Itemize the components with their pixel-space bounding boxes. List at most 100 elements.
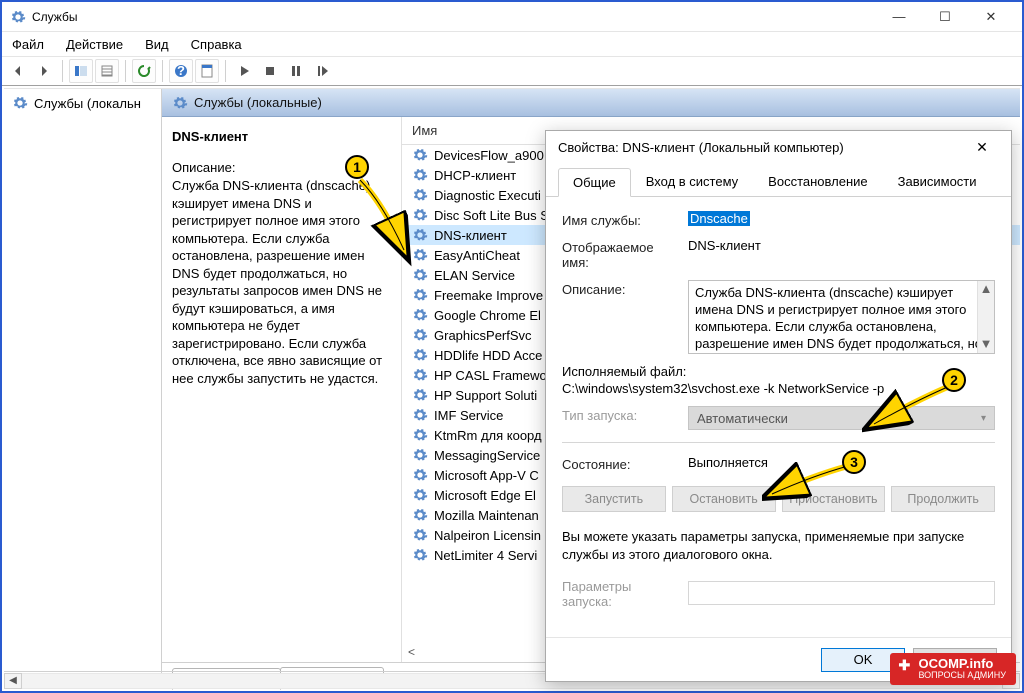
gear-icon: [412, 347, 428, 363]
minimize-button[interactable]: —: [876, 2, 922, 32]
start-button[interactable]: Запустить: [562, 486, 666, 512]
label-state: Состояние:: [562, 455, 678, 472]
service-name-label: GraphicsPerfSvc: [434, 328, 532, 343]
service-name-label: HP Support Soluti: [434, 388, 537, 403]
service-name-label: Microsoft App-V C: [434, 468, 539, 483]
label-service-name: Имя службы:: [562, 211, 678, 228]
start-service-button[interactable]: [232, 59, 256, 83]
service-name-label: DNS-клиент: [434, 228, 507, 243]
separator: [562, 442, 995, 443]
menu-view[interactable]: Вид: [141, 35, 173, 54]
close-button[interactable]: ✕: [968, 2, 1014, 32]
help-button[interactable]: ?: [169, 59, 193, 83]
service-name-label: Diagnostic Executi: [434, 188, 541, 203]
window-title: Службы: [32, 10, 876, 24]
properties-dialog: Свойства: DNS-клиент (Локальный компьюте…: [545, 130, 1012, 682]
gear-icon: [412, 287, 428, 303]
startup-type-select[interactable]: Автоматически: [688, 406, 995, 430]
service-name-label: ELAN Service: [434, 268, 515, 283]
description-value: Служба DNS-клиента (dnscache) кэширует и…: [695, 285, 982, 351]
scroll-left-indicator[interactable]: <: [408, 645, 415, 659]
gear-icon: [412, 547, 428, 563]
stop-button[interactable]: Остановить: [672, 486, 776, 512]
service-name-label: DHCP-клиент: [434, 168, 516, 183]
menu-help[interactable]: Справка: [187, 35, 246, 54]
gear-icon: [412, 407, 428, 423]
callout-3: 3: [842, 450, 866, 474]
start-params-input[interactable]: [688, 581, 995, 605]
tab-recovery[interactable]: Восстановление: [753, 167, 882, 196]
description-scrollbar[interactable]: ▲▼: [977, 281, 994, 353]
nav-item-label: Службы (локальн: [34, 96, 141, 111]
watermark-main: OCOMP.info: [918, 656, 993, 671]
dialog-title: Свойства: DNS-клиент (Локальный компьюте…: [558, 140, 965, 155]
service-name-label: Mozilla Maintenan: [434, 508, 539, 523]
service-name-label: KtmRm для коорд: [434, 428, 542, 443]
scroll-left-button[interactable]: ◀: [4, 673, 22, 689]
maximize-button[interactable]: ☐: [922, 2, 968, 32]
selected-service-name: DNS-клиент: [172, 129, 391, 144]
gear-icon: [412, 427, 428, 443]
dialog-close-button[interactable]: ✕: [965, 133, 999, 161]
pause-service-button[interactable]: [284, 59, 308, 83]
service-name-label: NetLimiter 4 Servi: [434, 548, 537, 563]
dialog-body: Имя службы: Dnscache Отображаемое имя: D…: [546, 197, 1011, 637]
gear-icon: [412, 167, 428, 183]
callout-1: 1: [345, 155, 369, 179]
value-display-name: DNS-клиент: [688, 238, 995, 253]
menu-action[interactable]: Действие: [62, 35, 127, 54]
service-name-label: Microsoft Edge El: [434, 488, 536, 503]
gear-icon: [412, 147, 428, 163]
pause-button[interactable]: Приостановить: [782, 486, 886, 512]
tab-dependencies[interactable]: Зависимости: [883, 167, 992, 196]
forward-button[interactable]: [32, 59, 56, 83]
back-button[interactable]: [6, 59, 30, 83]
toolbar: ?: [2, 56, 1022, 86]
gear-icon: [412, 227, 428, 243]
nav-item-services[interactable]: Службы (локальн: [4, 93, 161, 113]
service-name-label: DevicesFlow_a900: [434, 148, 544, 163]
gear-icon: [172, 95, 188, 111]
content-header-label: Службы (локальные): [194, 95, 322, 110]
gear-icon: [412, 307, 428, 323]
menu-file[interactable]: Файл: [8, 35, 48, 54]
restart-service-button[interactable]: [310, 59, 334, 83]
label-description: Описание:: [562, 280, 678, 297]
service-name-label: MessagingService: [434, 448, 540, 463]
gear-icon: [412, 267, 428, 283]
gear-icon: [412, 207, 428, 223]
service-control-buttons: Запустить Остановить Приостановить Продо…: [562, 486, 995, 512]
label-display-name: Отображаемое имя:: [562, 238, 678, 270]
service-name-label: Google Chrome El: [434, 308, 541, 323]
service-name-label: IMF Service: [434, 408, 503, 423]
properties-button[interactable]: [195, 59, 219, 83]
description-pane: DNS-клиент Описание: Служба DNS-клиента …: [162, 117, 402, 662]
tab-general[interactable]: Общие: [558, 168, 631, 197]
export-list-button[interactable]: [95, 59, 119, 83]
value-service-name[interactable]: Dnscache: [688, 211, 750, 226]
gear-icon: [412, 327, 428, 343]
dialog-tabs: Общие Вход в систему Восстановление Зави…: [546, 167, 1011, 197]
service-name-label: EasyAntiCheat: [434, 248, 520, 263]
label-start-params: Параметры запуска:: [562, 577, 678, 609]
svg-text:?: ?: [177, 63, 185, 78]
gear-icon: [412, 467, 428, 483]
stop-service-button[interactable]: [258, 59, 282, 83]
callout-2: 2: [942, 368, 966, 392]
resume-button[interactable]: Продолжить: [891, 486, 995, 512]
app-icon: [10, 9, 26, 25]
refresh-button[interactable]: [132, 59, 156, 83]
tab-logon[interactable]: Вход в систему: [631, 167, 753, 196]
service-name-label: Freemake Improve: [434, 288, 543, 303]
label-startup-type: Тип запуска:: [562, 406, 678, 423]
value-executable[interactable]: C:\windows\system32\svchost.exe -k Netwo…: [562, 379, 995, 396]
gear-icon: [412, 447, 428, 463]
description-textbox[interactable]: Служба DNS-клиента (dnscache) кэширует и…: [688, 280, 995, 354]
watermark-sub: ВОПРОСЫ АДМИНУ: [918, 671, 1006, 681]
nav-tree: Службы (локальн: [4, 89, 162, 689]
gear-icon: [412, 247, 428, 263]
gear-icon: [412, 187, 428, 203]
window-titlebar: Службы — ☐ ✕: [2, 2, 1022, 32]
show-hide-tree-button[interactable]: [69, 59, 93, 83]
menubar: Файл Действие Вид Справка: [2, 32, 1022, 56]
